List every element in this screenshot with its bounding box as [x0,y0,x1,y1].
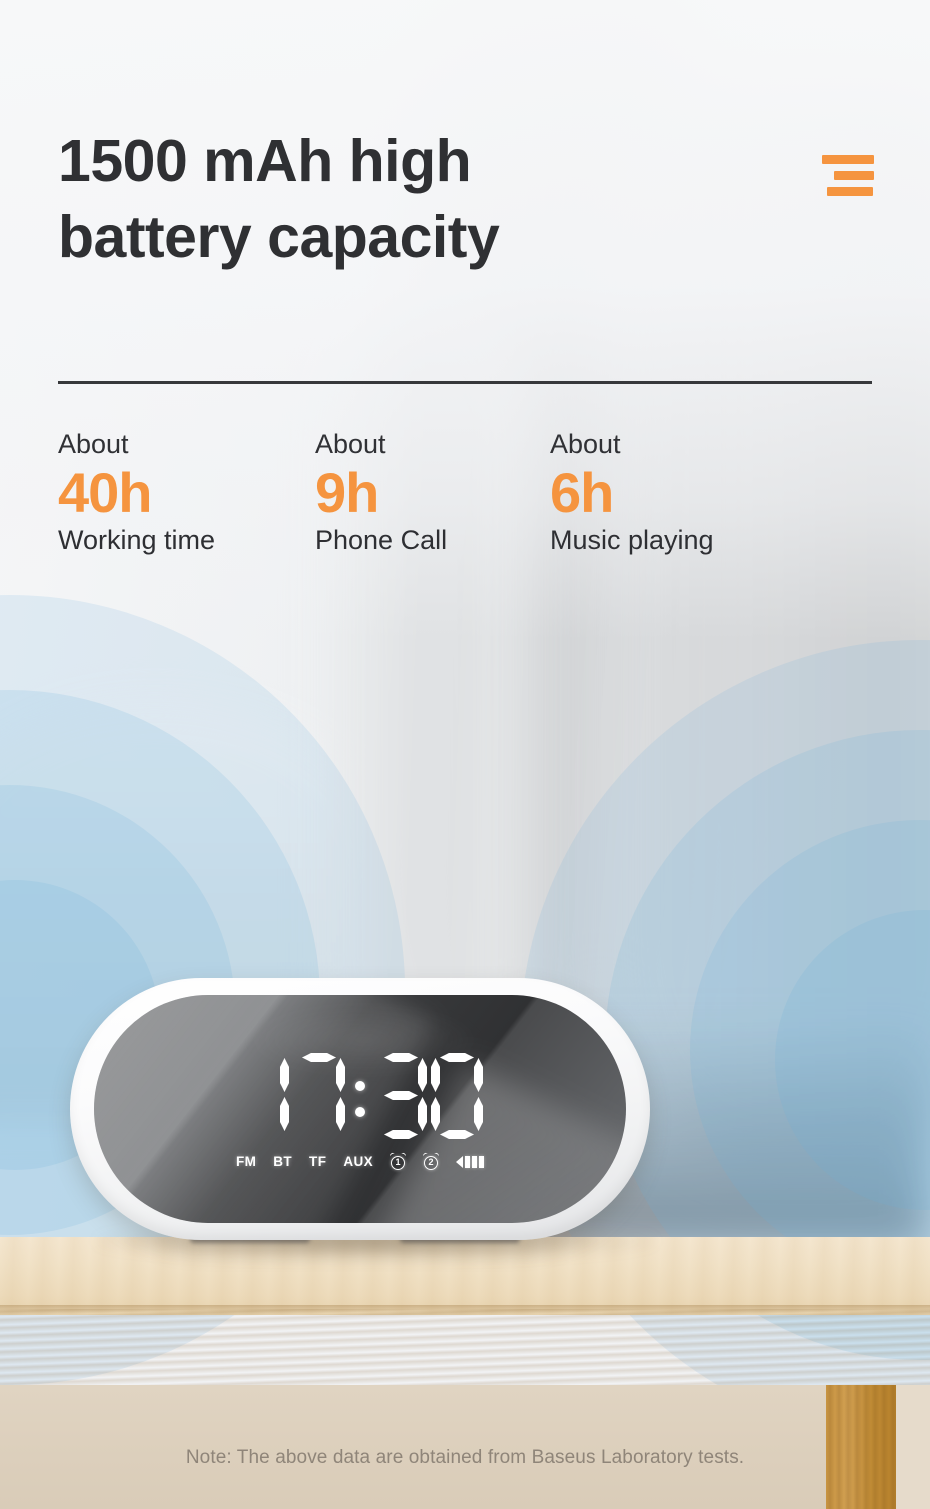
status-indicator-fm: FM [235,1154,257,1169]
stat-phone-call: About 9h Phone Call [315,429,550,557]
led-colon [349,1053,371,1139]
stat-value: 9h [315,460,379,524]
device-status-row: FM BT TF AUX 1 2 [94,1151,626,1170]
led-digit-minute-ones [431,1053,483,1139]
alarm-2-number: 2 [428,1157,434,1167]
table-edge-grain [0,1309,930,1388]
stat-about-label: About [315,429,386,459]
headline-line-2: battery capacity [58,203,500,270]
battery-level-icon [456,1155,485,1168]
headline-line-1: 1500 mAh high [58,128,472,194]
led-digit-minute-tens [375,1053,427,1139]
device-mirror-face: FM BT TF AUX 1 2 [94,995,626,1223]
stat-value: 6h [550,460,614,524]
alarm-clock-1-icon: 1 [389,1151,407,1170]
led-digit-hour-ones [293,1053,345,1139]
table-edge-band [0,1309,930,1388]
product-feature-page: FM BT TF AUX 1 2 1500 mAh high battery c… [0,0,930,1509]
page-title: 1500 mAh high battery capacity [58,124,678,275]
hamburger-menu-icon[interactable] [822,155,878,203]
stat-working-time: About 40h Working time [58,429,315,557]
section-divider [58,381,872,384]
stat-music-playing: About 6h Music playing [550,429,810,557]
stat-name-label: Working time [58,525,216,556]
stat-name-label: Phone Call [315,525,448,556]
bluetooth-alarm-clock-speaker: FM BT TF AUX 1 2 [70,978,650,1243]
led-clock-display [94,1053,626,1139]
led-digit-hour-tens [237,1053,289,1139]
status-indicator-tf: TF [309,1154,327,1169]
hamburger-bar-top [822,155,874,164]
stat-value: 40h [58,460,153,524]
footer-note: Note: The above data are obtained from B… [185,1447,745,1468]
hamburger-bar-middle [834,171,874,180]
status-indicator-aux: AUX [343,1154,374,1169]
stat-about-label: About [58,429,129,459]
alarm-clock-2-icon: 2 [422,1151,440,1170]
stat-about-label: About [550,429,621,459]
battery-stats-row: About 40h Working time About 9h Phone Ca… [58,429,878,557]
stat-name-label: Music playing [550,525,714,556]
hamburger-bar-bottom [827,187,873,196]
alarm-1-number: 1 [395,1157,401,1167]
status-indicator-bt: BT [273,1154,293,1169]
